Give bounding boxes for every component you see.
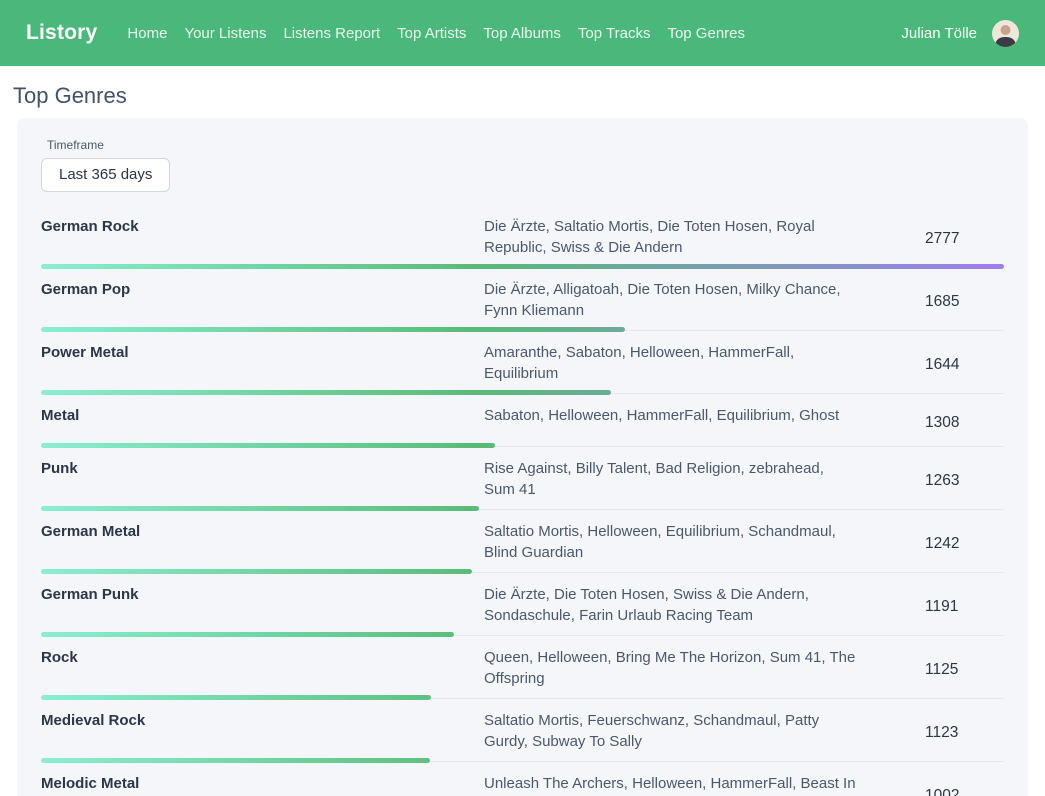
timeframe-label: Timeframe xyxy=(47,138,1004,152)
genre-listen-count: 1002 xyxy=(925,787,959,796)
genre-name: German Punk xyxy=(41,584,484,635)
person-icon xyxy=(992,20,1019,47)
genre-row: Melodic MetalUnleash The Archers, Hellow… xyxy=(41,762,1004,796)
genre-top-artists: Rise Against, Billy Talent, Bad Religion… xyxy=(484,458,856,509)
genre-listen-count: 1242 xyxy=(925,535,959,559)
genre-top-artists: Die Ärzte, Die Toten Hosen, Swiss & Die … xyxy=(484,584,856,635)
nav-item-top-albums[interactable]: Top Albums xyxy=(483,25,561,42)
genre-row: German MetalSaltatio Mortis, Helloween, … xyxy=(41,510,1004,573)
genre-top-artists: Unleash The Archers, Helloween, HammerFa… xyxy=(484,773,856,796)
genre-name: Rock xyxy=(41,647,484,698)
page-title: Top Genres xyxy=(13,83,1045,109)
app-header: Listory Home Your Listens Listens Report To… xyxy=(0,0,1045,66)
genre-row: Power MetalAmaranthe, Sabaton, Helloween… xyxy=(41,331,1004,394)
nav-item-home[interactable]: Home xyxy=(127,25,167,42)
genre-table: German RockDie Ärzte, Saltatio Mortis, D… xyxy=(41,205,1004,796)
genre-top-artists: Saltatio Mortis, Helloween, Equilibrium,… xyxy=(484,521,856,572)
genre-top-artists: Saltatio Mortis, Feuerschwanz, Schandmau… xyxy=(484,710,856,761)
genre-row: German RockDie Ärzte, Saltatio Mortis, D… xyxy=(41,205,1004,268)
genre-row: MetalSabaton, Helloween, HammerFall, Equ… xyxy=(41,394,1004,447)
genre-row: German PopDie Ärzte, Alligatoah, Die Tot… xyxy=(41,268,1004,331)
genre-listen-count: 1685 xyxy=(925,293,959,317)
genre-listen-count: 1123 xyxy=(925,724,958,748)
top-genres-card: Timeframe Last 365 days German RockDie Ä… xyxy=(17,118,1028,796)
genre-top-artists: Sabaton, Helloween, HammerFall, Equilibr… xyxy=(484,405,856,446)
genre-name: Power Metal xyxy=(41,342,484,393)
main-nav: Home Your Listens Listens Report Top Artist… xyxy=(127,25,745,42)
genre-top-artists: Die Ärzte, Saltatio Mortis, Die Toten Ho… xyxy=(484,216,856,267)
genre-name: Metal xyxy=(41,405,484,446)
genre-listen-count: 1191 xyxy=(925,598,958,622)
genre-listen-count: 1125 xyxy=(925,661,958,685)
genre-listen-count: 1644 xyxy=(925,356,959,380)
genre-top-artists: Die Ärzte, Alligatoah, Die Toten Hosen, … xyxy=(484,279,856,330)
genre-name: Punk xyxy=(41,458,484,509)
nav-item-top-genres[interactable]: Top Genres xyxy=(667,25,745,42)
genre-row: RockQueen, Helloween, Bring Me The Horiz… xyxy=(41,636,1004,699)
user-avatar[interactable] xyxy=(992,20,1019,47)
genre-name: German Pop xyxy=(41,279,484,330)
genre-row: Medieval RockSaltatio Mortis, Feuerschwa… xyxy=(41,699,1004,762)
timeframe-select[interactable]: Last 365 days xyxy=(41,158,170,192)
nav-item-top-tracks[interactable]: Top Tracks xyxy=(578,25,651,42)
genre-listen-count: 1263 xyxy=(925,472,959,496)
genre-name: Medieval Rock xyxy=(41,710,484,761)
brand-logo[interactable]: Listory xyxy=(26,21,97,45)
genre-name: Melodic Metal xyxy=(41,773,484,796)
user-name: Julian Tölle xyxy=(901,25,977,42)
genre-row: German PunkDie Ärzte, Die Toten Hosen, S… xyxy=(41,573,1004,636)
genre-listen-count: 1308 xyxy=(925,414,959,438)
nav-item-top-artists[interactable]: Top Artists xyxy=(397,25,466,42)
nav-item-your-listens[interactable]: Your Listens xyxy=(184,25,266,42)
user-menu[interactable]: Julian Tölle xyxy=(901,20,1019,47)
genre-top-artists: Amaranthe, Sabaton, Helloween, HammerFal… xyxy=(484,342,856,393)
nav-item-listens-report[interactable]: Listens Report xyxy=(283,25,380,42)
genre-top-artists: Queen, Helloween, Bring Me The Horizon, … xyxy=(484,647,856,698)
genre-row: PunkRise Against, Billy Talent, Bad Reli… xyxy=(41,447,1004,510)
genre-listen-count: 2777 xyxy=(925,230,959,254)
genre-name: German Metal xyxy=(41,521,484,572)
genre-name: German Rock xyxy=(41,216,484,267)
